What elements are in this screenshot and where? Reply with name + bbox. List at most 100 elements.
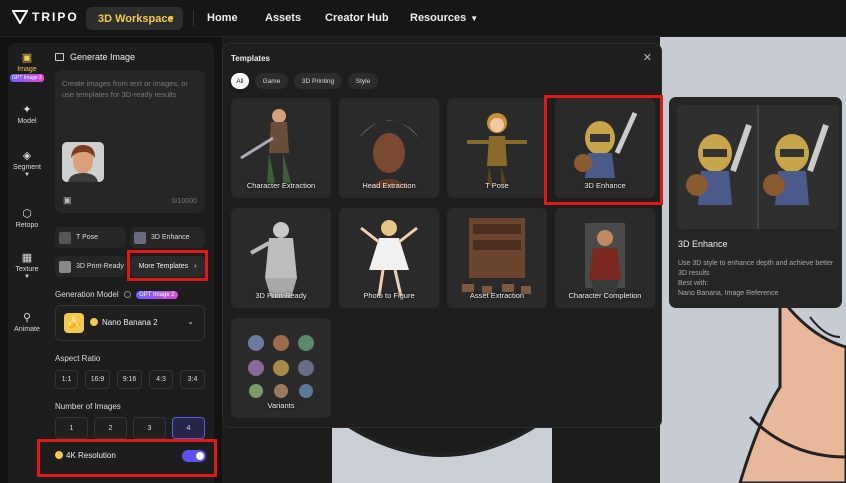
- model-name: Nano Banana 2: [90, 318, 158, 327]
- template-chip-t-pose[interactable]: T Pose: [55, 227, 126, 248]
- resolution-row: 4K Resolution: [46, 445, 214, 467]
- model-select[interactable]: 🍌 Nano Banana 2 ⌄: [55, 305, 205, 341]
- rail-item-segment[interactable]: ◈ Segment ▼: [8, 149, 46, 178]
- chevron-right-icon: ›: [194, 263, 197, 270]
- brand-name: TRIPO: [32, 10, 79, 24]
- gpt-image-badge: GPT Image 2: [10, 74, 44, 82]
- aspect-ratio-option[interactable]: 16:9: [85, 370, 110, 389]
- templates-modal: Templates ✕ All Game 3D Printing Style C…: [222, 43, 662, 428]
- template-card-3d-print-ready[interactable]: 3D Print-Ready: [231, 208, 331, 308]
- num-images-option[interactable]: 1: [55, 417, 88, 439]
- figure-icon: ⚲: [22, 312, 32, 324]
- template-card-photo-to-figure[interactable]: Photo to Figure: [339, 208, 439, 308]
- toggle-knob: [196, 452, 204, 460]
- rail-item-label: Segment: [12, 164, 42, 171]
- credit-coin-icon: [55, 451, 63, 459]
- preview-best-with-label: Best with:: [678, 280, 709, 287]
- template-card-character-extraction[interactable]: Character Extraction: [231, 98, 331, 198]
- attach-image-icon[interactable]: ▣: [63, 195, 77, 207]
- rail-item-image[interactable]: ▣ Image GPT Image 2: [8, 51, 46, 82]
- template-chip-3d-enhance[interactable]: 3D Enhance: [130, 227, 205, 248]
- close-icon[interactable]: ✕: [643, 51, 652, 64]
- rail-item-animate[interactable]: ⚲ Animate: [8, 311, 46, 333]
- aspect-ratio-option[interactable]: 3:4: [180, 370, 205, 389]
- prompt-input[interactable]: Create images from text or images, or us…: [55, 70, 205, 213]
- card-label: Asset Extraction: [469, 291, 525, 300]
- panel-title: Generate Image: [55, 52, 135, 62]
- filter-3d-printing[interactable]: 3D Printing: [294, 73, 342, 89]
- template-card-3d-enhance[interactable]: 3D Enhance: [555, 98, 655, 198]
- mesh-icon: ⬡: [22, 208, 32, 220]
- chevron-down-icon: ▼: [24, 274, 30, 280]
- nav-resources-label: Resources: [410, 12, 467, 24]
- chevron-down-icon: ⌄: [187, 317, 194, 326]
- prompt-placeholder: Create images from text or images, or us…: [62, 79, 188, 99]
- template-chip-label: 3D Enhance: [151, 234, 190, 241]
- num-images-option[interactable]: 3: [133, 417, 166, 439]
- preview-title: 3D Enhance: [678, 239, 728, 249]
- card-label: Character Extraction: [246, 181, 316, 190]
- chevron-down-icon: ▼: [167, 14, 175, 23]
- image-icon: [55, 53, 64, 61]
- template-card-head-extraction[interactable]: Head Extraction: [339, 98, 439, 198]
- filter-all[interactable]: All: [231, 73, 249, 89]
- card-label: 3D Enhance: [584, 181, 626, 190]
- workspace-button-label: 3D Workspace: [98, 12, 174, 25]
- rail-item-texture[interactable]: ▦ Texture ▼: [8, 251, 46, 280]
- aspect-ratio-option[interactable]: 4:3: [149, 370, 173, 389]
- resolution-label-text: 4K Resolution: [66, 451, 116, 460]
- 3d-enhance-thumbnail-icon: [134, 231, 146, 244]
- nav-assets[interactable]: Assets: [265, 12, 301, 24]
- chevron-down-icon: ▼: [470, 14, 479, 23]
- more-templates-label: More Templates: [138, 263, 189, 270]
- num-images-option[interactable]: 2: [94, 417, 127, 439]
- template-card-variants[interactable]: Variants: [231, 318, 331, 418]
- rail-item-retopo[interactable]: ⬡ Retopo: [8, 207, 46, 229]
- workspace-dropdown-button[interactable]: 3D Workspace ▼: [86, 7, 183, 30]
- texture-icon: ▦: [21, 252, 33, 264]
- preview-description-text: Use 3D style to enhance depth and achiev…: [678, 260, 834, 277]
- preview-best-with-value: Nano Banana, Image Reference: [678, 290, 779, 297]
- template-card-asset-extraction[interactable]: Asset Extraction: [447, 208, 547, 308]
- filter-style[interactable]: Style: [348, 73, 378, 89]
- template-card-character-completion[interactable]: Character Completion: [555, 208, 655, 308]
- card-label: 3D Print-Ready: [255, 291, 307, 300]
- template-preview-panel: 3D Enhance Use 3D style to enhance depth…: [669, 97, 842, 308]
- rail-item-label: Texture: [15, 266, 39, 273]
- more-templates-button[interactable]: More Templates ›: [130, 256, 205, 277]
- template-chip-label: 3D Print-Ready: [76, 263, 124, 270]
- generation-model-text: Generation Model: [55, 290, 119, 299]
- preview-image: [677, 105, 839, 229]
- credit-coin-icon: [90, 318, 98, 326]
- rail-item-label: Model: [17, 118, 37, 125]
- aspect-ratio-option[interactable]: 9:16: [117, 370, 142, 389]
- card-label: Character Completion: [568, 291, 642, 300]
- template-card-t-pose[interactable]: T Pose: [447, 98, 547, 198]
- banana-icon: 🍌: [64, 313, 84, 333]
- tripo-logo-icon: [12, 10, 28, 24]
- reference-image-thumbnail[interactable]: [62, 142, 104, 182]
- info-icon: [123, 291, 131, 298]
- t-pose-thumbnail-icon: [59, 231, 71, 244]
- gpt-image-badge: GPT Image 2: [136, 291, 178, 299]
- aspect-ratio-option[interactable]: 1:1: [55, 370, 78, 389]
- resolution-toggle[interactable]: [182, 450, 206, 462]
- brand-logo[interactable]: TRIPO: [12, 10, 79, 24]
- nav-creator-hub[interactable]: Creator Hub: [325, 12, 389, 24]
- generate-image-panel: Generate Image Create images from text o…: [46, 43, 214, 483]
- cube-icon: ◈: [22, 150, 32, 162]
- nav-resources[interactable]: Resources ▼: [410, 12, 478, 24]
- rail-item-label: Animate: [14, 326, 40, 333]
- rail-item-model[interactable]: ✦ Model: [8, 103, 46, 125]
- 3d-print-ready-thumbnail-icon: [59, 260, 71, 273]
- template-chip-3d-print-ready[interactable]: 3D Print-Ready: [55, 256, 126, 277]
- model-name-text: Nano Banana 2: [102, 318, 158, 327]
- rail-item-label: Retopo: [15, 222, 39, 229]
- sparkle-icon: ✦: [22, 104, 32, 116]
- filter-game[interactable]: Game: [255, 73, 288, 89]
- chevron-down-icon: ▼: [24, 172, 30, 178]
- num-images-label: Number of Images: [55, 402, 121, 411]
- resolution-label: 4K Resolution: [55, 451, 116, 460]
- nav-home[interactable]: Home: [207, 12, 238, 24]
- num-images-option-selected[interactable]: 4: [172, 417, 205, 439]
